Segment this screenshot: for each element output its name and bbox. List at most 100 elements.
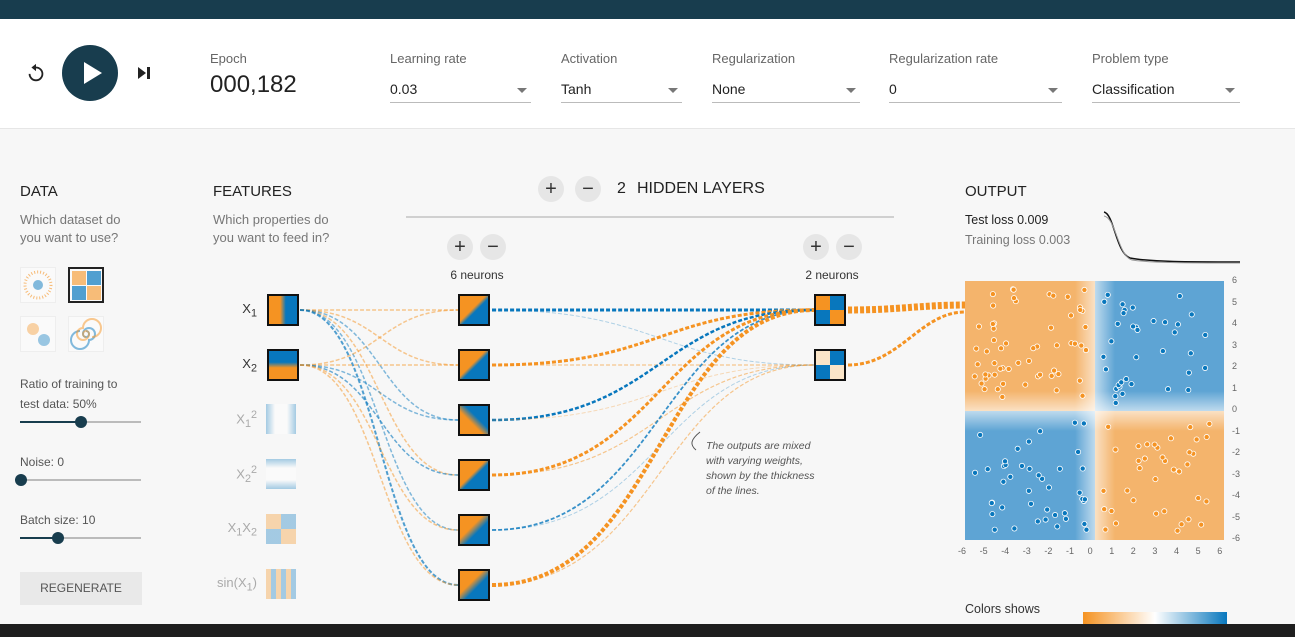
data-point: [1079, 465, 1086, 472]
feature-node-x1[interactable]: [267, 294, 299, 326]
colors-shows-label: Colors shows: [965, 602, 1041, 616]
data-point: [1195, 495, 1202, 502]
data-point: [1047, 324, 1054, 331]
data-point: [1054, 523, 1061, 530]
hidden-node-2-1[interactable]: [814, 294, 846, 326]
training-loss: Training loss 0.003: [965, 233, 1071, 247]
data-point: [1202, 364, 1209, 371]
data-point: [1044, 506, 1051, 513]
data-point: [975, 323, 982, 330]
data-point: [1014, 445, 1021, 452]
feature-node-x2-squared[interactable]: [266, 459, 296, 489]
feature-node-x1x2[interactable]: [266, 514, 296, 544]
data-point: [972, 469, 979, 476]
hidden-node-2-2[interactable]: [814, 349, 846, 381]
data-point: [982, 371, 989, 378]
y-tick-label: 6: [1232, 275, 1238, 285]
data-point: [1100, 487, 1107, 494]
data-point: [1159, 454, 1166, 461]
loss-curve: [1103, 211, 1240, 264]
data-point: [989, 291, 996, 298]
data-point: [978, 380, 985, 387]
layer2-add-neuron-button[interactable]: +: [803, 234, 829, 260]
y-tick-label: 0: [1232, 404, 1238, 414]
data-point: [994, 386, 1001, 393]
layer1-remove-neuron-button[interactable]: −: [480, 234, 506, 260]
test-loss: Test loss 0.009: [965, 213, 1049, 227]
data-point: [1083, 526, 1090, 533]
data-point: [1053, 342, 1060, 349]
data-point: [1188, 311, 1195, 318]
x-tick-label: -2: [1044, 546, 1053, 556]
y-tick-label: 5: [1232, 296, 1238, 307]
data-point: [1112, 520, 1119, 527]
data-point: [1003, 340, 1010, 347]
y-tick-label: -2: [1232, 447, 1241, 457]
x-tick-label: 1: [1109, 546, 1115, 556]
y-axis: 6 5 4 3 2 1 0 -1 -2 -3 -4 -5 -6: [1232, 275, 1252, 545]
x-tick-label: -6: [958, 546, 967, 556]
data-point: [1082, 324, 1089, 331]
hidden-node-1-2[interactable]: [458, 349, 490, 381]
data-point: [1174, 321, 1181, 328]
data-point: [1062, 515, 1069, 522]
data-point: [1081, 520, 1088, 527]
feature-node-x1-squared[interactable]: [266, 404, 296, 434]
data-point: [1114, 320, 1121, 327]
data-point: [1187, 424, 1194, 431]
data-point: [991, 371, 998, 378]
hidden-node-1-1[interactable]: [458, 294, 490, 326]
data-point: [1119, 301, 1126, 308]
data-point: [1185, 516, 1192, 523]
data-point: [991, 360, 998, 367]
data-point: [1078, 342, 1085, 349]
data-point: [1151, 441, 1158, 448]
data-point: [1007, 473, 1014, 480]
data-point: [997, 365, 1004, 372]
data-point: [1081, 496, 1088, 503]
data-point: [1051, 367, 1058, 374]
data-point: [1108, 508, 1115, 515]
hidden-node-1-3[interactable]: [458, 404, 490, 436]
x-tick-label: -3: [1022, 546, 1031, 556]
data-point: [1112, 446, 1119, 453]
data-point: [1130, 323, 1137, 330]
data-point: [971, 373, 978, 380]
data-point: [1079, 392, 1086, 399]
y-tick-label: 2: [1232, 361, 1238, 371]
data-point: [1112, 393, 1119, 400]
data-point: [1025, 487, 1032, 494]
taskbar: [0, 624, 1295, 637]
data-point: [1134, 326, 1141, 333]
layer2-remove-neuron-button[interactable]: −: [836, 234, 862, 260]
layer1-neurons-label: 6 neurons: [450, 268, 504, 282]
add-layer-button[interactable]: +: [538, 176, 564, 202]
data-point: [1123, 376, 1130, 383]
feature-node-sin-x1[interactable]: [266, 569, 296, 599]
y-tick-label: -6: [1232, 533, 1241, 543]
data-point: [990, 302, 997, 309]
data-point: [1056, 465, 1063, 472]
hidden-node-1-5[interactable]: [458, 514, 490, 546]
data-point: [1075, 448, 1082, 455]
x-axis: -6 -5 -4 -3 -2 -1 0 1 2 3 4 5 6: [958, 546, 1233, 560]
data-point: [1045, 484, 1052, 491]
data-point: [1153, 510, 1160, 517]
data-points: [971, 286, 1213, 534]
data-point: [1150, 318, 1157, 325]
hidden-node-1-6[interactable]: [458, 569, 490, 601]
data-point: [1050, 292, 1057, 299]
data-point: [1025, 438, 1032, 445]
feature-node-x2[interactable]: [267, 349, 299, 381]
data-point: [1104, 291, 1111, 298]
data-point: [1081, 286, 1088, 293]
data-point: [983, 348, 990, 355]
data-point: [1018, 462, 1025, 469]
remove-layer-button[interactable]: −: [575, 176, 601, 202]
data-point: [1118, 379, 1125, 386]
hidden-node-1-4[interactable]: [458, 459, 490, 491]
data-point: [1161, 508, 1168, 515]
layer1-add-neuron-button[interactable]: +: [447, 234, 473, 260]
data-point: [1129, 304, 1136, 311]
x-tick-label: 5: [1195, 546, 1201, 556]
